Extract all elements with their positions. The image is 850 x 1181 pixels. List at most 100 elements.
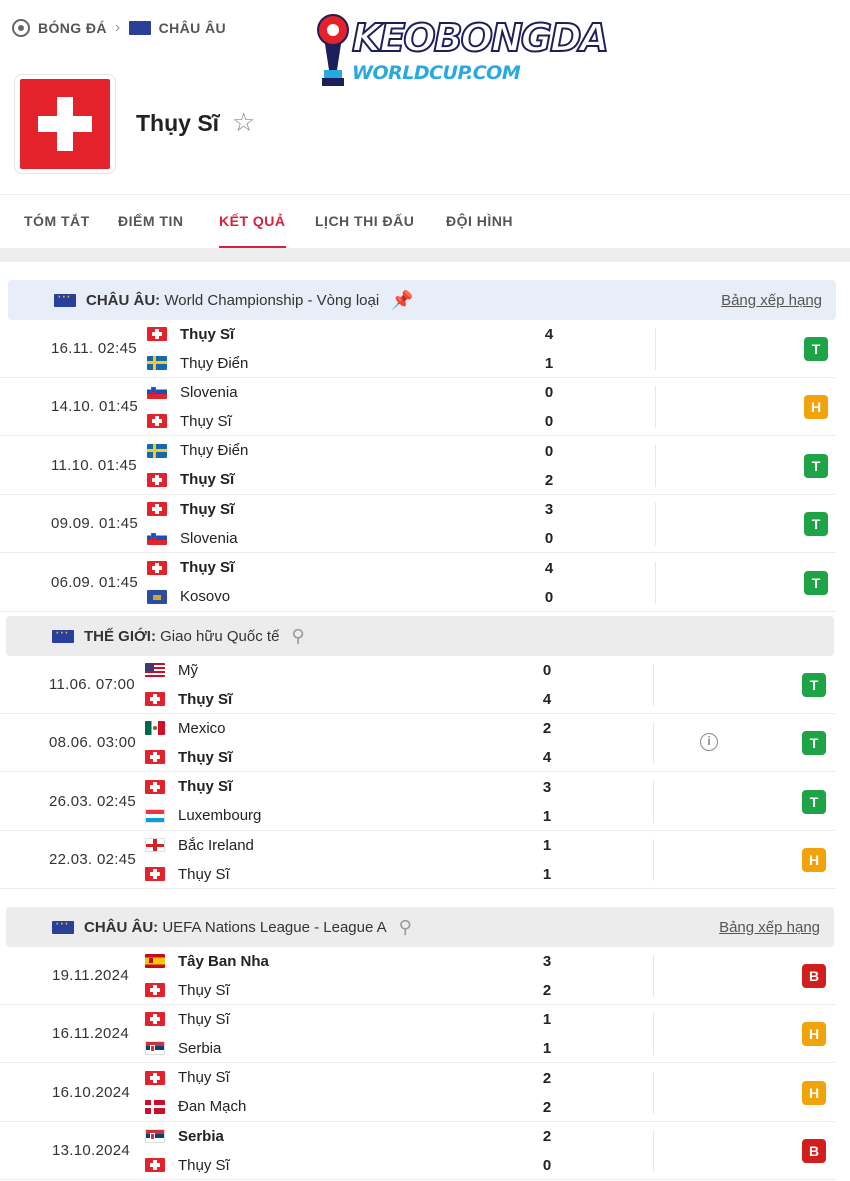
match-row[interactable]: 11.06. 07:00 Mỹ Thụy Sĩ 0 4 T xyxy=(0,656,836,714)
away-team-name: Kosovo xyxy=(180,588,231,606)
home-team-name: Mỹ xyxy=(178,661,198,679)
result-badge: T xyxy=(804,337,828,361)
away-team: Thụy Điển xyxy=(147,351,248,375)
match-time: 06.09. 01:45 xyxy=(51,573,139,591)
away-team: Thụy Sĩ xyxy=(145,1153,230,1177)
result-badge: T xyxy=(804,570,828,595)
result-badge: H xyxy=(804,395,828,420)
tab-summary[interactable]: TÓM TẮT xyxy=(24,195,90,249)
away-team: Thụy Sĩ xyxy=(145,978,230,1002)
team-flag-icon xyxy=(147,502,180,517)
match-row[interactable]: 08.06. 03:00 Mexico Thụy Sĩ 2 4 i T xyxy=(0,714,836,773)
team-flag-icon xyxy=(145,867,178,882)
competition-header[interactable]: THẾ GIỚI: Giao hữu Quốc tế ⚲ xyxy=(6,616,834,656)
team-flag-icon xyxy=(145,721,178,736)
column-divider xyxy=(653,1013,654,1056)
column-divider xyxy=(655,503,656,546)
team-flag-icon xyxy=(145,1012,178,1027)
away-score: 0 xyxy=(544,588,554,606)
team-flag-icon xyxy=(145,663,178,677)
team-flag-icon xyxy=(145,808,178,823)
away-team: Đan Mạch xyxy=(145,1095,246,1119)
tab-news[interactable]: ĐIỂM TIN xyxy=(118,195,183,249)
competition-name: Giao hữu Quốc tế xyxy=(160,627,280,645)
home-team-name: Bắc Ireland xyxy=(178,836,254,854)
away-team-name: Slovenia xyxy=(180,529,238,547)
home-score: 2 xyxy=(542,1069,552,1087)
match-row[interactable]: 16.11. 02:45 Thụy Sĩ Thụy Điển 4 1 T xyxy=(0,320,836,378)
away-score: 2 xyxy=(544,471,554,489)
team-flag-icon xyxy=(145,838,178,853)
away-team: Kosovo xyxy=(147,585,230,609)
team-flag-large xyxy=(14,74,116,174)
competition-flag-icon xyxy=(52,624,74,643)
match-row[interactable]: 19.11.2024 Tây Ban Nha Thụy Sĩ 3 2 B xyxy=(0,947,836,1005)
favorite-star-icon[interactable]: ☆ xyxy=(232,108,255,136)
team-flag-icon xyxy=(145,1158,178,1173)
result-badge: T xyxy=(804,453,828,478)
match-time: 11.06. 07:00 xyxy=(49,676,135,693)
standings-link[interactable]: Bảng xếp hạng xyxy=(721,292,822,309)
breadcrumb-item-europe[interactable]: CHÂU ÂU xyxy=(159,20,226,36)
column-divider xyxy=(653,1071,654,1114)
away-team-name: Thụy Sĩ xyxy=(178,981,230,999)
team-flag-icon xyxy=(147,589,180,604)
standings-link[interactable]: Bảng xếp hạng xyxy=(719,919,820,936)
competition-header[interactable]: CHÂU ÂU: UEFA Nations League - League A ⚲… xyxy=(6,907,834,947)
match-row[interactable]: 26.03. 02:45 Thụy Sĩ Luxembourg 3 1 T xyxy=(0,773,836,831)
match-row[interactable]: 06.09. 01:45 Thụy Sĩ Kosovo 4 0 T xyxy=(0,554,836,612)
pin-outline-icon[interactable]: ⚲ xyxy=(291,626,304,647)
match-time: 09.09. 01:45 xyxy=(51,515,139,533)
team-flag-icon xyxy=(147,443,180,458)
column-divider xyxy=(655,328,656,370)
home-team-name: Mexico xyxy=(178,719,226,737)
match-row[interactable]: 16.11.2024 Thụy Sĩ Serbia 1 1 H xyxy=(0,1005,836,1064)
result-badge: H xyxy=(802,1080,826,1105)
competition-name: UEFA Nations League - League A xyxy=(162,918,387,936)
home-team-name: Thụy Sĩ xyxy=(178,778,233,796)
tab-squad[interactable]: ĐỘI HÌNH xyxy=(446,195,513,249)
logo-text-sub: WORLDCUP.COM xyxy=(352,62,521,84)
away-score: 4 xyxy=(542,749,552,767)
pin-outline-icon[interactable]: ⚲ xyxy=(399,917,412,938)
away-team: Thụy Sĩ xyxy=(145,862,230,886)
competition-header[interactable]: CHÂU ÂU: World Championship - Vòng loại 📌… xyxy=(8,280,836,320)
home-team-name: Slovenia xyxy=(180,383,238,401)
team-flag-icon xyxy=(145,1041,178,1056)
competition-region: CHÂU ÂU: xyxy=(84,918,159,936)
match-row[interactable]: 13.10.2024 Serbia Thụy Sĩ 2 0 B xyxy=(0,1122,836,1181)
away-team-name: Thụy Sĩ xyxy=(180,412,232,430)
team-flag-icon xyxy=(145,1129,178,1144)
match-row[interactable]: 14.10. 01:45 Slovenia Thụy Sĩ 0 0 H xyxy=(0,378,836,437)
match-row[interactable]: 16.10.2024 Thụy Sĩ Đan Mạch 2 2 H xyxy=(0,1064,836,1122)
team-flag-icon xyxy=(145,1070,178,1085)
away-team: Thụy Sĩ xyxy=(147,409,232,433)
away-score: 1 xyxy=(544,355,554,372)
home-team: Thụy Sĩ xyxy=(145,1066,230,1090)
home-score: 0 xyxy=(544,384,554,402)
info-icon[interactable]: i xyxy=(700,733,718,752)
away-team-name: Thụy Điển xyxy=(180,354,249,372)
team-flag-icon xyxy=(147,472,180,487)
pin-filled-icon[interactable]: 📌 xyxy=(391,290,413,311)
home-team-name: Thụy Sĩ xyxy=(178,1010,230,1028)
competition-region: THẾ GIỚI: xyxy=(84,627,156,645)
home-team: Thụy Sĩ xyxy=(147,497,234,521)
competition-flag-icon xyxy=(52,915,74,934)
column-divider xyxy=(653,1130,654,1173)
match-row[interactable]: 11.10. 01:45 Thụy Điển Thụy Sĩ 0 2 T xyxy=(0,437,836,495)
tab-results[interactable]: KẾT QUẢ xyxy=(219,195,286,249)
result-badge: T xyxy=(802,789,826,814)
column-divider xyxy=(653,839,654,882)
match-time: 19.11.2024 xyxy=(52,967,129,984)
match-row[interactable]: 09.09. 01:45 Thụy Sĩ Slovenia 3 0 T xyxy=(0,495,836,554)
competition-name: World Championship - Vòng loại xyxy=(164,291,380,309)
result-badge: T xyxy=(804,512,828,537)
breadcrumb-item-football[interactable]: BÓNG ĐÁ xyxy=(38,20,107,36)
away-team: Slovenia xyxy=(147,526,238,550)
tab-fixtures[interactable]: LỊCH THI ĐẤU xyxy=(315,195,414,249)
away-team-name: Luxembourg xyxy=(178,807,262,825)
soccer-ball-icon xyxy=(12,19,30,37)
match-row[interactable]: 22.03. 02:45 Bắc Ireland Thụy Sĩ 1 1 H xyxy=(0,831,836,890)
home-team-name: Thụy Sĩ xyxy=(180,559,235,577)
